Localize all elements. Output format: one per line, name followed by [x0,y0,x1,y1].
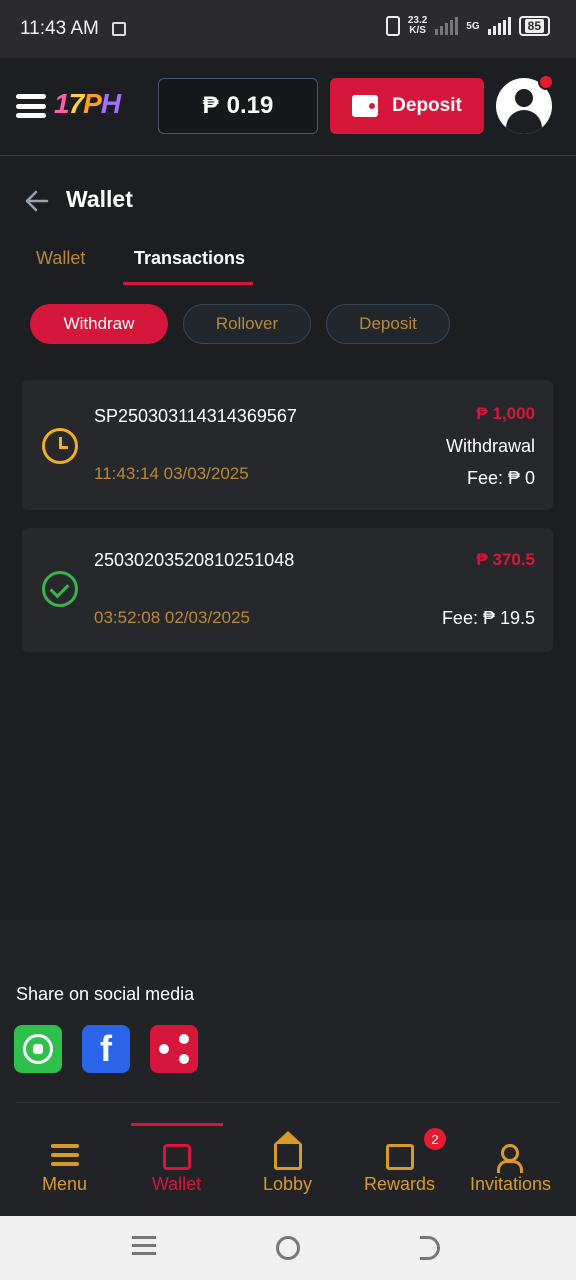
active-tab-indicator [123,282,253,285]
home-button-icon[interactable] [276,1236,300,1260]
gift-icon [386,1144,414,1170]
transaction-type: Withdrawal [445,436,535,456]
user-icon [515,89,533,107]
nav-label: Lobby [262,1174,313,1194]
wallet-icon [352,95,379,117]
share-title: Share on social media [16,984,195,1004]
filter-rollover[interactable]: Rollover [183,304,311,344]
tab-wallet[interactable]: Wallet [36,248,85,269]
wallet-icon [163,1144,191,1170]
filter-withdraw[interactable]: Withdraw [30,304,168,344]
share-icon[interactable] [150,1025,198,1073]
logo-char: 1 [54,88,70,119]
divider [16,1102,560,1103]
add-user-icon [497,1144,525,1173]
nav-label: Wallet [151,1174,202,1194]
transaction-amount: ₱ 370.5 [476,550,535,569]
nav-label: Rewards [363,1174,436,1194]
clock-icon [42,428,78,464]
peso-symbol: ₱ [202,92,219,119]
status-time: 11:43 AM [20,18,99,39]
back-icon[interactable] [420,1236,440,1260]
deposit-button[interactable]: Deposit [330,78,484,134]
app-logo[interactable]: 17PH [54,88,121,120]
hamburger-menu-icon[interactable] [16,94,46,118]
balance-value: 0.19 [226,92,274,119]
signal-icon [435,17,459,35]
transaction-amount: ₱ 1,000 [476,404,535,423]
transaction-datetime: 11:43:14 03/03/2025 [94,464,249,483]
page-title: Wallet [66,186,133,212]
nav-menu[interactable]: Menu [7,1104,122,1216]
nav-lobby[interactable]: Lobby [230,1104,345,1216]
bottom-nav: Menu Wallet Lobby Rewards Invitations [0,1104,576,1216]
facebook-glyph: f [100,1028,112,1069]
nav-invitations[interactable]: Invitations [453,1104,568,1216]
rewards-badge: 2 [424,1128,446,1150]
recent-apps-icon[interactable] [132,1236,156,1260]
battery-icon: 85 [518,16,550,36]
balance-display[interactable]: ₱ 0.19 [158,78,318,134]
vibrate-icon [385,16,400,36]
transaction-id: 25030203520810251048 [94,550,295,570]
battery-level: 85 [524,19,544,33]
filter-deposit[interactable]: Deposit [326,304,450,344]
tab-transactions[interactable]: Transactions [134,248,245,269]
nav-label: Invitations [469,1174,552,1194]
transaction-card[interactable]: SP250303114314369567 11:43:14 03/03/2025… [22,380,553,510]
system-nav-bar [0,1216,576,1280]
network-speed-unit: K/S [409,25,426,36]
back-arrow-icon[interactable] [24,188,50,214]
nav-wallet[interactable]: Wallet [119,1104,234,1216]
deposit-label: Deposit [392,95,462,116]
network-speed: 23.2 K/S [408,16,427,36]
logo-char: P [83,88,102,119]
transaction-id: SP250303114314369567 [94,406,297,426]
check-circle-icon [42,571,78,607]
menu-icon [51,1144,79,1170]
logo-char: H [100,88,121,119]
nav-label: Menu [41,1174,88,1194]
transaction-fee: Fee: ₱ 0 [466,468,535,488]
notification-dot [538,74,554,90]
app-header: 17PH ₱ 0.19 Deposit [0,58,576,156]
home-icon [274,1131,302,1170]
status-icons: 23.2 K/S 5G 85 [385,16,550,36]
transaction-datetime: 03:52:08 02/03/2025 [94,608,250,627]
signal-icon-2 [487,17,511,35]
nav-rewards[interactable]: Rewards [342,1104,457,1216]
transaction-card[interactable]: 25030203520810251048 03:52:08 02/03/2025… [22,528,553,652]
logo-char: 7 [68,88,85,119]
notification-icon [112,22,126,36]
network-type: 5G [466,20,480,32]
facebook-icon[interactable]: f [82,1025,130,1073]
whatsapp-icon[interactable] [14,1025,62,1073]
transaction-fee: Fee: ₱ 19.5 [441,608,535,628]
status-bar: 11:43 AM 23.2 K/S 5G 85 [0,0,576,58]
